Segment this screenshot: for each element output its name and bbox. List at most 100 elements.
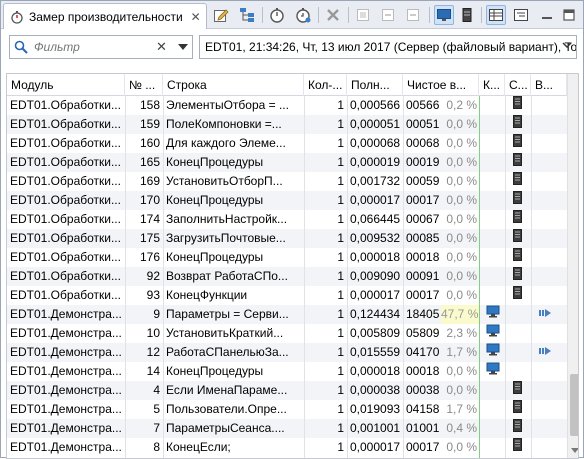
table-view-icon[interactable] <box>486 5 506 25</box>
cell-module: EDT01.Демонстра... <box>10 307 122 321</box>
expand-icon[interactable] <box>353 5 373 25</box>
table-row[interactable]: EDT01.Демонстра... 7 ПараметрыСеанса.... 1 0… <box>7 419 567 438</box>
stopwatch-start-icon[interactable] <box>267 5 287 25</box>
col-client-header[interactable]: К... <box>479 74 505 96</box>
cell-client <box>479 172 505 191</box>
net-time-percent: 0,0 % <box>446 250 477 264</box>
col-num-header[interactable]: № ... <box>125 74 163 96</box>
table-row[interactable]: EDT01.Обработки... 175 ЗагрузитьПочтовые..… <box>7 229 567 248</box>
remove-icon[interactable] <box>323 5 343 25</box>
cell-client <box>479 229 505 248</box>
hierarchy-icon[interactable] <box>237 5 257 25</box>
cell-module: EDT01.Обработки... <box>10 98 121 112</box>
cell-code-line: КонецЕсли; <box>166 440 231 454</box>
client-view-icon[interactable] <box>434 5 454 25</box>
net-time-value: 00019 <box>406 155 440 169</box>
col-line-header[interactable]: Строка <box>163 74 304 96</box>
cell-module: EDT01.Обработки... <box>10 117 121 131</box>
col-call-header[interactable]: В... <box>531 74 567 96</box>
vertical-scrollbar[interactable] <box>567 74 578 458</box>
table-row[interactable]: EDT01.Обработки... 174 ЗаполнитьНастройк..… <box>7 210 567 229</box>
session-select[interactable]: EDT01, 21:34:26, Чт, 13 июл 2017 (Сервер… <box>199 35 577 59</box>
cell-count: 1 <box>337 155 344 169</box>
cell-line-number: 169 <box>139 174 160 188</box>
column-divider <box>347 96 348 458</box>
table-row[interactable]: EDT01.Демонстра... 5 Пользователи.Опре... 1… <box>7 400 567 419</box>
client-icon <box>486 362 500 381</box>
cell-full-time: 0,009090 <box>350 269 401 283</box>
cell-client <box>479 96 505 115</box>
collapse-icon[interactable] <box>378 5 398 25</box>
column-divider <box>403 96 404 458</box>
filter-dropdown-icon[interactable] <box>178 44 188 50</box>
table-row[interactable]: EDT01.Обработки... 170 КонецПроцедуры 1 0,00… <box>7 191 567 210</box>
net-time-value: 00091 <box>406 269 440 283</box>
table-row[interactable]: EDT01.Демонстра... 8 КонецЕсли; 1 0,000017 00… <box>7 438 567 457</box>
scroll-down-icon[interactable] <box>571 448 578 453</box>
cell-call <box>531 305 567 324</box>
net-time-value: 00018 <box>406 250 440 264</box>
cell-full-time: 0,066445 <box>350 212 401 226</box>
session-text: EDT01, 21:34:26, Чт, 13 июл 2017 (Сервер… <box>205 40 577 54</box>
cell-net-time: 00051 0,0 % <box>403 115 479 134</box>
cell-full-time: 0,000018 <box>350 250 401 264</box>
table-row[interactable]: EDT01.Демонстра... 12 РаботаСПанельюЗа... 1… <box>7 343 567 362</box>
table-row[interactable]: EDT01.Демонстра... 9 Параметры = Серви... 1… <box>7 305 567 324</box>
col-module-header[interactable]: Модуль <box>7 74 125 96</box>
scrollbar-thumb[interactable] <box>570 374 578 436</box>
maximize-icon[interactable] <box>559 5 579 25</box>
col-net-header[interactable]: Чистое в... <box>403 74 479 96</box>
cell-call <box>531 210 567 229</box>
stopwatch-refresh-icon[interactable] <box>293 5 313 25</box>
chevron-down-icon[interactable] <box>562 40 572 53</box>
stopwatch-icon <box>10 10 24 24</box>
cell-client <box>479 419 505 438</box>
table-row[interactable]: EDT01.Обработки... 169 УстановитьОтборП...… <box>7 172 567 191</box>
table-row[interactable]: EDT01.Обработки... 160 Для каждого Элеме..… <box>7 134 567 153</box>
edit-icon[interactable] <box>211 5 231 25</box>
cell-count: 1 <box>337 212 344 226</box>
table-row[interactable]: EDT01.Демонстра... 4 Если ИменаПараме... 1 0… <box>7 381 567 400</box>
cell-module: EDT01.Обработки... <box>10 269 121 283</box>
performance-window: Замер производительности ✕ Фильтр ✕ EDT0… <box>0 0 584 459</box>
col-server-header[interactable]: С... <box>505 74 531 96</box>
table-row[interactable]: EDT01.Обработки... 158 ЭлементыОтбора = ..… <box>7 96 567 115</box>
toolbar-separator <box>348 7 349 23</box>
server-view-icon[interactable] <box>457 5 477 25</box>
table-row[interactable]: EDT01.Обработки... 92 Возврат РаботаСПо...… <box>7 267 567 286</box>
table-row[interactable]: EDT01.Обработки... 159 ПолеКомпоновки =...… <box>7 115 567 134</box>
cell-server <box>505 381 531 400</box>
tree-view-icon[interactable] <box>511 5 531 25</box>
cell-server <box>505 172 531 191</box>
cell-net-time: 00017 0,0 % <box>403 438 479 457</box>
cell-client <box>479 210 505 229</box>
cell-module: EDT01.Обработки... <box>10 174 121 188</box>
table-row[interactable]: EDT01.Обработки... 176 КонецПроцедуры 1 0,00… <box>7 248 567 267</box>
table-row[interactable]: EDT01.Демонстра... 14 КонецПроцедуры 1 0,000… <box>7 362 567 381</box>
filter-input[interactable] <box>32 39 152 55</box>
cell-net-time: 18405 47,7 % <box>403 305 479 324</box>
clear-filter-icon[interactable]: ✕ <box>156 39 167 55</box>
cell-module: EDT01.Обработки... <box>10 231 121 245</box>
close-tab-icon[interactable]: ✕ <box>191 10 201 24</box>
tab-performance[interactable]: Замер производительности ✕ <box>3 3 207 29</box>
client-icon <box>486 324 500 343</box>
cell-net-time: 00038 0,0 % <box>403 381 479 400</box>
cell-net-time: 04170 1,7 % <box>403 343 479 362</box>
cell-full-time: 0,000068 <box>350 136 401 150</box>
cell-code-line: ЗагрузитьПочтовые... <box>166 231 286 245</box>
cell-line-number: 4 <box>153 383 160 397</box>
table-row[interactable]: EDT01.Обработки... 93 КонецФункции 1 0,00001… <box>7 286 567 305</box>
col-full-header[interactable]: Полн... <box>347 74 403 96</box>
net-time-percent: 0,0 % <box>446 364 477 378</box>
cell-code-line: Пользователи.Опре... <box>166 402 287 416</box>
collapse-all-icon[interactable] <box>403 5 423 25</box>
cell-count: 1 <box>337 326 344 340</box>
table-row[interactable]: EDT01.Демонстра... 10 УстановитьКраткий...… <box>7 324 567 343</box>
col-count-header[interactable]: Кол-... <box>304 74 347 96</box>
table-row[interactable]: EDT01.Обработки... 165 КонецПроцедуры 1 0,00… <box>7 153 567 172</box>
cell-line-number: 92 <box>146 269 160 283</box>
cell-call <box>531 362 567 381</box>
minimize-icon[interactable] <box>537 5 557 25</box>
cell-module: EDT01.Демонстра... <box>10 326 122 340</box>
